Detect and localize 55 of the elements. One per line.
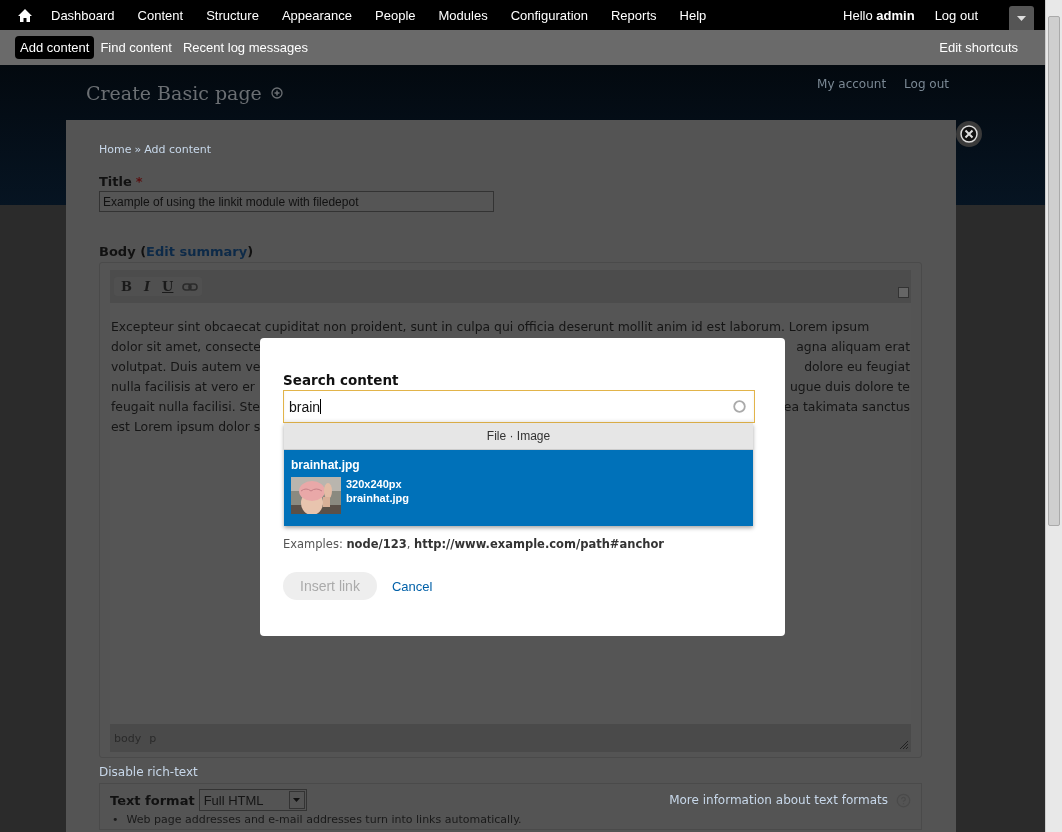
resize-grip-icon[interactable]: [899, 740, 909, 750]
body-text: ea takimata sanctus: [783, 398, 910, 416]
toolbar-link[interactable]: People: [375, 7, 416, 23]
greeting: Hello admin: [843, 7, 915, 23]
text-format-help-link[interactable]: More information about text formats: [669, 793, 888, 807]
header-link[interactable]: Log out: [904, 77, 949, 91]
caret-icon: [293, 798, 301, 802]
result-group-header: File · Image: [284, 423, 753, 450]
page-title: Create Basic page: [86, 81, 262, 104]
toolbar-link[interactable]: Appearance: [281, 7, 353, 23]
shortcut-link[interactable]: Add content: [15, 36, 95, 59]
breadcrumb-link[interactable]: Add content: [144, 143, 212, 156]
body-text: volutpat. Duis autem ve: [111, 358, 261, 376]
toolbar-link[interactable]: Modules: [438, 7, 488, 23]
body-text: ugue duis dolore te: [789, 378, 910, 396]
edit-shortcuts-link[interactable]: Edit shortcuts: [934, 36, 1023, 59]
shortcut-link[interactable]: Find content: [95, 36, 177, 59]
required-mark: *: [135, 174, 143, 189]
body-text: nulla facilisis at vero er: [111, 378, 255, 396]
home-icon[interactable]: [18, 8, 32, 22]
caret-icon: [1017, 15, 1026, 21]
add-shortcut-icon[interactable]: [270, 86, 283, 99]
search-field[interactable]: brain: [283, 390, 755, 423]
examples-hint: Examples: node/123, http://www.example.com/path#anchor: [283, 537, 666, 551]
shortcut-link[interactable]: Recent log messages: [177, 36, 313, 59]
search-result[interactable]: brainhat.jpg 320x240px brainhat.jpg: [284, 450, 753, 526]
scrollbar[interactable]: [1048, 16, 1060, 526]
toolbar-link[interactable]: Configuration: [510, 7, 588, 23]
title-label: Title: [99, 174, 132, 189]
body-text: feugait nulla facilisi. Ste: [111, 398, 260, 416]
toolbar-link[interactable]: Content: [137, 7, 184, 23]
disable-rich-text-link[interactable]: Disable rich-text: [99, 765, 198, 779]
collapse-toolbar-icon[interactable]: [898, 287, 909, 298]
breadcrumb-link[interactable]: Home: [99, 143, 132, 156]
drawer-toggle-button[interactable]: [1009, 6, 1034, 30]
breadcrumb-separator: »: [134, 143, 142, 156]
spinner-icon: [733, 400, 746, 413]
close-icon[interactable]: [956, 121, 982, 147]
body-text: est Lorem ipsum dolor s: [111, 418, 261, 436]
logout-link[interactable]: Log out: [934, 7, 978, 23]
cancel-link[interactable]: Cancel: [391, 578, 433, 594]
header-link[interactable]: My account: [817, 77, 887, 91]
body-text: dolor sit amet, consecte: [111, 338, 261, 356]
body-text: agna aliquam erat: [796, 338, 910, 356]
link-icon[interactable]: [182, 281, 199, 292]
bullet: •: [112, 812, 119, 827]
body-text: dolore eu feugiat: [804, 358, 910, 376]
toolbar-link[interactable]: Dashboard: [51, 7, 115, 23]
toolbar-link[interactable]: Help: [679, 7, 707, 23]
body-text: Excepteur sint obcaecat cupiditat non proident, sunt in culpa qui officia deserunt mollit anim id est laborum. Lorem ipsum: [111, 318, 870, 336]
text-format-label: Text format: [110, 792, 195, 808]
body-label: Body (Edit summary): [99, 244, 255, 259]
search-label: Search content: [283, 372, 400, 388]
toolbar-link[interactable]: Reports: [611, 7, 657, 23]
toolbar-link[interactable]: Structure: [206, 7, 259, 23]
